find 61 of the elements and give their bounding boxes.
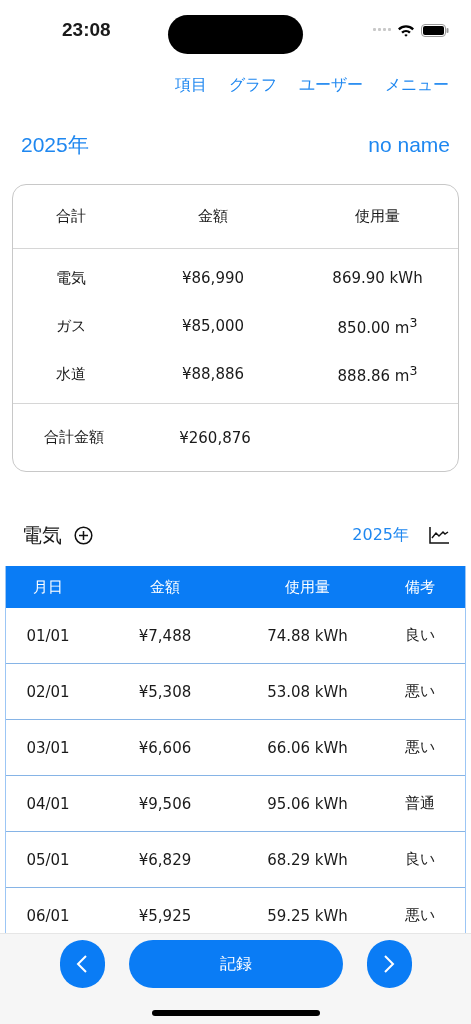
- year-link[interactable]: 2025年: [352, 524, 409, 546]
- previous-button[interactable]: [59, 940, 105, 988]
- table-cell-text: 59.25 kWh: [266, 906, 349, 925]
- nav-link[interactable]: グラフ: [229, 74, 277, 96]
- table-cell-text: 悪い: [404, 682, 436, 701]
- nav-link[interactable]: 項目: [175, 74, 207, 96]
- chevron-right-icon: [383, 954, 395, 974]
- table-cell-text: ¥88,886: [181, 365, 245, 383]
- table-cell-text: 06/01: [25, 906, 71, 925]
- total-amount: ¥260,876: [178, 428, 252, 447]
- column-header: 使用量: [284, 577, 331, 597]
- battery-icon: [421, 23, 449, 37]
- table-cell-text: 05/01: [25, 850, 71, 869]
- table-cell-text: 水道: [55, 364, 87, 384]
- column-header: 合計: [55, 207, 87, 226]
- table-cell-text: ¥6,606: [137, 738, 193, 757]
- table-cell-text: 03/01: [25, 738, 71, 757]
- table-cell-text: 869.90 kWh: [331, 269, 424, 287]
- table-cell-text: 良い: [404, 626, 436, 645]
- table-cell-text: 66.06 kWh: [266, 738, 349, 757]
- chevron-left-icon: [76, 954, 88, 974]
- table-cell-text: 850.00 m$^{3}$: [336, 315, 419, 337]
- table-cell-text: ¥85,000: [181, 317, 245, 335]
- table-cell-text: ガス: [55, 316, 87, 336]
- column-header: 月日: [32, 577, 64, 597]
- next-button[interactable]: [366, 940, 412, 988]
- table-cell-text: ¥86,990: [181, 269, 245, 287]
- table-cell-text: 01/01: [25, 626, 71, 645]
- table-cell-text: 53.08 kWh: [266, 682, 349, 701]
- nav-link[interactable]: ユーザー: [299, 74, 363, 96]
- table-cell-text: 悪い: [404, 738, 436, 757]
- section-title: 電気: [22, 521, 62, 549]
- nav-link[interactable]: メニュー: [385, 74, 449, 96]
- table-cell-text: 95.06 kWh: [266, 794, 349, 813]
- table-cell-text: 74.88 kWh: [266, 626, 349, 645]
- table-cell-text: 04/01: [25, 794, 71, 813]
- user-link[interactable]: no name: [368, 133, 450, 157]
- column-header: 金額: [197, 207, 229, 226]
- total-label: 合計金額: [43, 428, 105, 447]
- table-cell-text: 悪い: [404, 906, 436, 925]
- table-cell-text: 02/01: [25, 682, 71, 701]
- table-cell-text: 電気: [55, 268, 87, 288]
- table-cell-text: 888.86 m$^{3}$: [336, 363, 419, 385]
- column-header: 金額: [149, 577, 181, 597]
- year-link[interactable]: 2025年: [21, 131, 89, 159]
- chart-button[interactable]: [429, 526, 449, 544]
- table-cell-text: ¥6,829: [137, 850, 193, 869]
- column-header: 使用量: [354, 207, 401, 226]
- table-cell-text: ¥7,488: [137, 626, 193, 645]
- wifi-icon: [397, 23, 415, 37]
- signal-icon: [373, 28, 391, 32]
- record-button[interactable]: 記録: [128, 940, 343, 988]
- table-cell-text: ¥5,925: [137, 906, 193, 925]
- status-time: 23:08: [62, 19, 112, 41]
- column-header: 備考: [404, 577, 436, 597]
- table-cell-text: 良い: [404, 850, 436, 869]
- table-cell-text: 普通: [404, 794, 436, 813]
- table-cell-text: 68.29 kWh: [266, 850, 349, 869]
- add-button[interactable]: [74, 525, 93, 545]
- table-cell-text: ¥5,308: [137, 682, 193, 701]
- table-cell-text: ¥9,506: [137, 794, 193, 813]
